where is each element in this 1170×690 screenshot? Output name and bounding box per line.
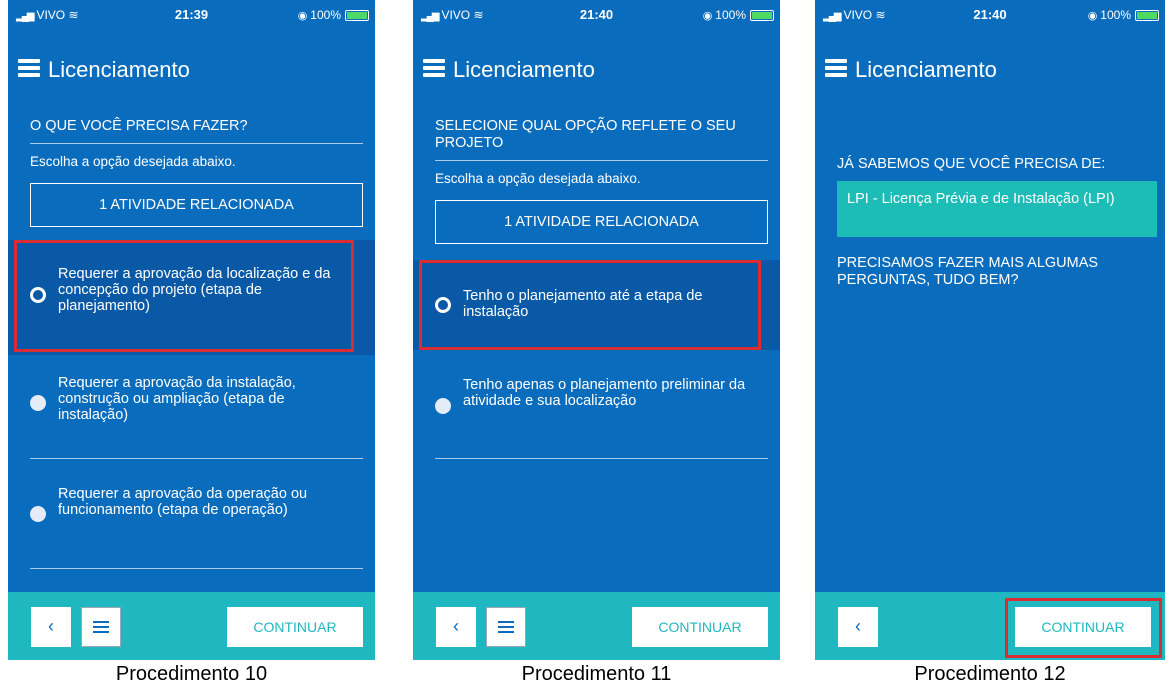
battery-percent: ◉ 100% (702, 8, 746, 22)
chevron-left-icon: ‹ (453, 616, 459, 636)
continue-button[interactable]: CONTINUAR (1015, 607, 1151, 647)
caption: Procedimento 12 (914, 663, 1066, 685)
radio-unselected-icon (435, 398, 451, 414)
question-title: O QUE VOCÊ PRECISA FAZER? (30, 118, 363, 144)
radio-unselected-icon (30, 395, 46, 411)
licence-result: LPI - Licença Prévia e de Instalação (LP… (837, 181, 1157, 237)
caption: Procedimento 10 (115, 663, 268, 685)
chevron-left-icon: ‹ (855, 616, 861, 636)
continue-button[interactable]: CONTINUAR (227, 607, 363, 647)
battery-percent: ◉ 100% (1087, 8, 1131, 22)
app-header: Licenciamento (413, 30, 780, 82)
hint-text: Escolha a opção desejada abaixo. (435, 171, 641, 186)
app-header: Licenciamento (8, 30, 375, 82)
hamburger-icon[interactable] (18, 59, 40, 77)
question-title: SELECIONE QUAL OPÇÃO REFLETE O SEU PROJE… (435, 118, 768, 161)
menu-button[interactable] (81, 607, 121, 647)
status-bar: ▂▄▆ VIVO ≋ 21:40 ◉ 100% (413, 0, 780, 30)
divider (30, 568, 363, 569)
hamburger-icon[interactable] (423, 59, 445, 77)
status-bar: ▂▄▆ VIVO ≋ 21:39 ◉ 100% (8, 0, 375, 30)
more-questions-text: PRECISAMOS FAZER MAIS ALGUMAS PERGUNTAS,… (837, 255, 1099, 288)
menu-button[interactable] (486, 607, 526, 647)
radio-unselected-icon (30, 506, 46, 522)
alarm-icon: ◉ (297, 10, 308, 22)
option-preliminary-planning[interactable]: Tenho apenas o planejamento preliminar d… (413, 360, 780, 455)
option-operation[interactable]: Requerer a aprovação da operação ou func… (8, 470, 375, 570)
result-heading: JÁ SABEMOS QUE VOCÊ PRECISA DE: (837, 156, 1106, 172)
back-button[interactable]: ‹ (436, 607, 476, 647)
alarm-icon: ◉ (702, 10, 713, 22)
back-button[interactable]: ‹ (838, 607, 878, 647)
radio-selected-icon (30, 287, 46, 303)
app-title: Licenciamento (453, 57, 595, 82)
radio-selected-icon (435, 297, 451, 313)
option-planning[interactable]: Requerer a aprovação da localização e da… (8, 240, 375, 355)
related-activity-button[interactable]: 1 ATIVIDADE RELACIONADA (435, 200, 768, 244)
status-bar: ▂▄▆ VIVO ≋ 21:40 ◉ 100% (815, 0, 1165, 30)
option-label: Tenho o planejamento até a etapa de inst… (463, 288, 703, 320)
content: SELECIONE QUAL OPÇÃO REFLETE O SEU PROJE… (413, 118, 780, 244)
back-button[interactable]: ‹ (31, 607, 71, 647)
divider (30, 458, 363, 459)
option-installation-planning[interactable]: Tenho o planejamento até a etapa de inst… (413, 260, 780, 350)
app-header: Licenciamento (815, 30, 1165, 82)
battery-percent: ◉ 100% (297, 8, 341, 22)
footer-bar: ‹ CONTINUAR (8, 592, 375, 660)
option-label: Tenho apenas o planejamento preliminar d… (463, 377, 746, 409)
hint-text: Escolha a opção desejada abaixo. (30, 154, 236, 169)
option-label: Requerer a aprovação da localização e da… (58, 266, 331, 314)
option-label: Requerer a aprovação da operação ou func… (58, 486, 308, 518)
phone-screen-3: ▂▄▆ VIVO ≋ 21:40 ◉ 100% Licenciamento JÁ S… (815, 0, 1165, 660)
phone-screen-2: ▂▄▆ VIVO ≋ 21:40 ◉ 100% Licenciamento SELE… (413, 0, 780, 660)
related-activity-button[interactable]: 1 ATIVIDADE RELACIONADA (30, 183, 363, 227)
app-title: Licenciamento (48, 57, 190, 82)
footer-bar: ‹ CONTINUAR (815, 592, 1165, 660)
hamburger-icon[interactable] (825, 59, 847, 77)
footer-bar: ‹ CONTINUAR (413, 592, 780, 660)
continue-button[interactable]: CONTINUAR (632, 607, 768, 647)
divider (435, 458, 768, 459)
battery-icon (750, 10, 774, 21)
option-label: Requerer a aprovação da instalação, cons… (58, 375, 296, 423)
hamburger-icon (498, 621, 514, 635)
battery-icon (345, 10, 369, 21)
hamburger-icon (93, 621, 109, 635)
phone-screen-1: ▂▄▆ VIVO ≋ 21:39 ◉ 100% Licenciamento O QU… (8, 0, 375, 660)
option-installation[interactable]: Requerer a aprovação da instalação, cons… (8, 358, 375, 458)
content: O QUE VOCÊ PRECISA FAZER? Escolha a opçã… (8, 118, 375, 227)
caption: Procedimento 11 (521, 663, 672, 685)
battery-icon (1135, 10, 1159, 21)
chevron-left-icon: ‹ (48, 616, 54, 636)
alarm-icon: ◉ (1087, 10, 1098, 22)
app-title: Licenciamento (855, 57, 997, 82)
